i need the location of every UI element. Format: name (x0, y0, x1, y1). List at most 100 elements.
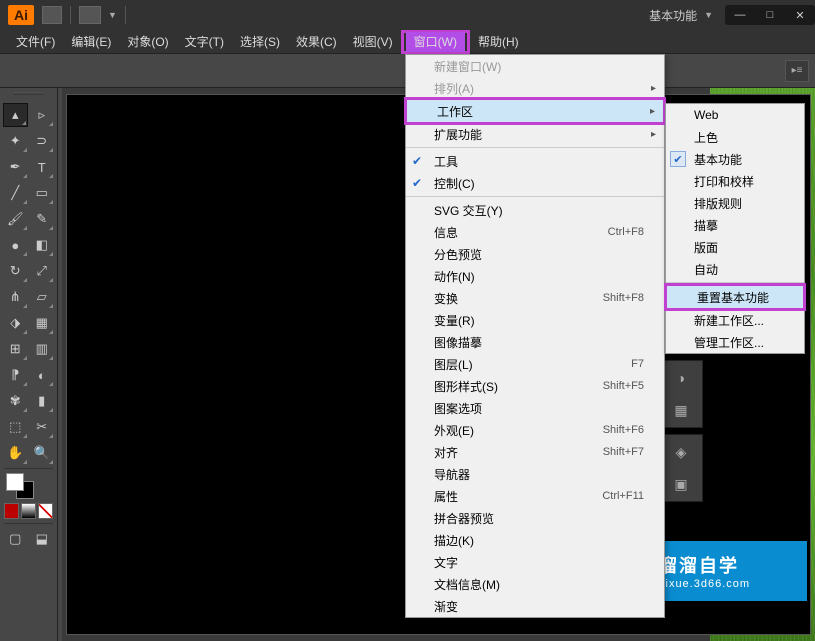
menu-item-arrange[interactable]: 排列(A) (406, 77, 664, 99)
blob-brush-tool[interactable]: ● (3, 233, 28, 257)
menu-item-tools[interactable]: ✔工具 (406, 150, 664, 172)
menu-view[interactable]: 视图(V) (345, 30, 401, 53)
menu-file[interactable]: 文件(F) (8, 30, 63, 53)
close-button[interactable]: ✕ (785, 5, 815, 25)
fill-stroke-swatch[interactable] (2, 471, 55, 501)
free-transform-tool[interactable]: ▱ (30, 285, 55, 309)
fill-color-swatch[interactable] (6, 473, 24, 491)
chevron-down-icon[interactable]: ▼ (704, 10, 713, 20)
menu-window[interactable]: 窗口(W) (406, 32, 465, 52)
menu-item-graphic-styles[interactable]: 图形样式(S)Shift+F5 (406, 375, 664, 397)
menu-item-navigator[interactable]: 导航器 (406, 463, 664, 485)
menu-object[interactable]: 对象(O) (119, 30, 176, 53)
workspace-typography[interactable]: 排版规则 (666, 192, 804, 214)
workspace-reset-essentials[interactable]: 重置基本功能 (667, 286, 803, 308)
scale-tool[interactable]: ⤢ (30, 259, 55, 283)
stroke-panel-icon[interactable]: ◈ (670, 441, 692, 463)
workspace-tracing[interactable]: 描摹 (666, 214, 804, 236)
menu-item-new-window[interactable]: 新建窗口(W) (406, 55, 664, 77)
minimize-button[interactable]: — (725, 5, 755, 25)
menu-item-type[interactable]: 文字 (406, 551, 664, 573)
menu-item-appearance[interactable]: 外观(E)Shift+F6 (406, 419, 664, 441)
chevron-down-icon[interactable]: ▼ (108, 10, 117, 20)
menu-item-pattern-options[interactable]: 图案选项 (406, 397, 664, 419)
selection-tool[interactable]: ▴ (3, 103, 28, 127)
menu-item-attributes[interactable]: 属性Ctrl+F11 (406, 485, 664, 507)
menu-help[interactable]: 帮助(H) (470, 30, 527, 53)
menu-item-actions[interactable]: 动作(N) (406, 265, 664, 287)
menu-item-image-trace[interactable]: 图像描摹 (406, 331, 664, 353)
symbol-sprayer-tool[interactable]: ✾ (3, 389, 28, 413)
bridge-icon[interactable] (42, 6, 62, 24)
menu-item-stroke[interactable]: 描边(K) (406, 529, 664, 551)
line-tool[interactable]: ╱ (3, 181, 28, 205)
screen-mode-toggle[interactable]: ⬓ (30, 527, 55, 551)
menu-effect[interactable]: 效果(C) (288, 30, 345, 53)
workspace-painting[interactable]: 上色 (666, 126, 804, 148)
menu-item-gradient[interactable]: 渐变 (406, 595, 664, 617)
rotate-tool[interactable]: ↻ (3, 259, 28, 283)
direct-selection-tool[interactable]: ▹ (30, 103, 54, 127)
workspace-layout[interactable]: 版面 (666, 236, 804, 258)
pen-tool[interactable]: ✒ (3, 155, 28, 179)
panel-collapse-button[interactable]: ▸≡ (785, 60, 809, 82)
artboard-tool[interactable]: ⬚ (3, 415, 28, 439)
menu-edit[interactable]: 编辑(E) (63, 30, 119, 53)
workspace-automation[interactable]: 自动 (666, 258, 804, 280)
color-mode-none[interactable] (38, 503, 53, 519)
menu-item-control[interactable]: ✔控制(C) (406, 172, 664, 194)
menu-item-align[interactable]: 对齐Shift+F7 (406, 441, 664, 463)
slice-tool[interactable]: ✂ (30, 415, 55, 439)
rectangle-tool[interactable]: ▭ (30, 181, 55, 205)
zoom-tool[interactable]: 🔍 (30, 441, 55, 465)
workspace-switcher[interactable]: 基本功能 (649, 7, 697, 24)
color-panel-icon[interactable]: ◑ (670, 367, 692, 389)
menu-item-info[interactable]: 信息Ctrl+F8 (406, 221, 664, 243)
menu-item-extensions[interactable]: 扩展功能 (406, 123, 664, 145)
color-mode-gradient[interactable] (21, 503, 36, 519)
menu-item-flattener-preview[interactable]: 拼合器预览 (406, 507, 664, 529)
menu-item-transform[interactable]: 变换Shift+F8 (406, 287, 664, 309)
eyedropper-tool[interactable]: ⁋ (3, 363, 28, 387)
width-tool[interactable]: ⋔ (3, 285, 28, 309)
menu-type[interactable]: 文字(T) (177, 30, 232, 53)
menu-item-separations-preview[interactable]: 分色预览 (406, 243, 664, 265)
menu-item-workspace[interactable]: 工作区 (407, 100, 663, 122)
menu-item-document-info[interactable]: 文档信息(M) (406, 573, 664, 595)
shape-builder-tool[interactable]: ⬗ (3, 311, 28, 335)
app-logo: Ai (8, 5, 34, 25)
column-graph-tool[interactable]: ▮ (30, 389, 55, 413)
hand-tool[interactable]: ✋ (3, 441, 28, 465)
arrange-documents-icon[interactable] (79, 6, 101, 24)
workspace-new[interactable]: 新建工作区... (666, 309, 804, 331)
magic-wand-tool[interactable]: ✦ (3, 129, 28, 153)
gradient-tool[interactable]: ▥ (30, 337, 55, 361)
workspace-printing-proofing[interactable]: 打印和校样 (666, 170, 804, 192)
color-mode-solid[interactable] (4, 503, 19, 519)
menu-select[interactable]: 选择(S) (232, 30, 288, 53)
menu-item-svg-interactivity[interactable]: SVG 交互(Y) (406, 199, 664, 221)
mesh-tool[interactable]: ⊞ (3, 337, 28, 361)
panel-group-2[interactable]: ◈ ▣ (659, 434, 703, 502)
maximize-button[interactable]: □ (755, 5, 785, 25)
panel-grip[interactable] (2, 92, 55, 102)
swatches-panel-icon[interactable]: ▦ (670, 399, 692, 421)
lasso-tool[interactable]: ⊃ (30, 129, 55, 153)
layers-panel-icon[interactable]: ▣ (670, 473, 692, 495)
separator (4, 523, 53, 524)
eraser-tool[interactable]: ◧ (30, 233, 55, 257)
perspective-grid-tool[interactable]: ▦ (30, 311, 55, 335)
menu-item-variables[interactable]: 变量(R) (406, 309, 664, 331)
workspace-essentials[interactable]: ✔基本功能 (666, 148, 804, 170)
pencil-tool[interactable]: ✎ (30, 207, 55, 231)
workspace-web[interactable]: Web (666, 104, 804, 126)
window-controls: — □ ✕ (725, 5, 815, 25)
type-tool[interactable]: T (30, 155, 55, 179)
menu-item-layers[interactable]: 图层(L)F7 (406, 353, 664, 375)
screen-mode-normal[interactable]: ▢ (3, 527, 28, 551)
titlebar: Ai ▼ 基本功能 ▼ — □ ✕ (0, 0, 815, 30)
workspace-manage[interactable]: 管理工作区... (666, 331, 804, 353)
blend-tool[interactable]: ◐ (30, 363, 55, 387)
panel-group-1[interactable]: ◑ ▦ (659, 360, 703, 428)
paintbrush-tool[interactable]: 🖌 (3, 207, 28, 231)
